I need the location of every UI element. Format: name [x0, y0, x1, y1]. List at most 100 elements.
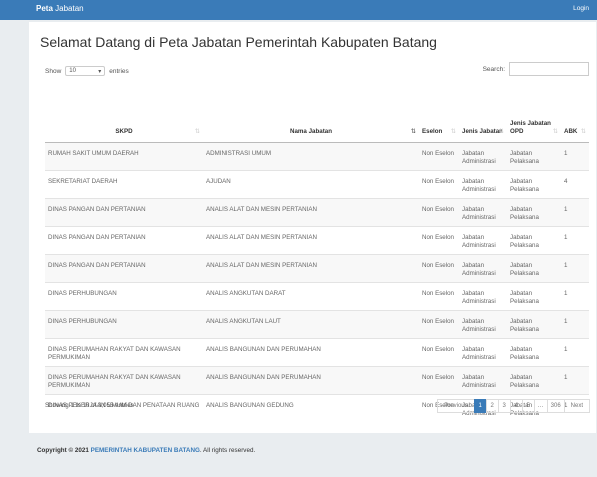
- brand-rest: Jabatan: [52, 4, 84, 13]
- cell-eselon: Non Eselon: [419, 197, 459, 226]
- cell-jenis-jabatan: Jabatan Administrasi: [459, 337, 507, 366]
- table-header-row: SKPD ⇅ Nama Jabatan ⇅ Eselon ⇅ Jenis Jabata…: [45, 82, 589, 143]
- cell-skpd: DINAS PANGAN DAN PERTANIAN: [45, 197, 203, 226]
- cell-jenis-jabatan: Jabatan Administrasi: [459, 141, 507, 170]
- cell-nama-jabatan: ADMINISTRASI UMUM: [203, 141, 419, 170]
- cell-abk: 1: [561, 281, 589, 310]
- jabatan-table: SKPD ⇅ Nama Jabatan ⇅ Eselon ⇅ Jenis Jabata…: [45, 82, 589, 422]
- show-label: Show: [45, 67, 62, 75]
- page-title: Selamat Datang di Peta Jabatan Pemerinta…: [40, 34, 437, 50]
- cell-skpd: DINAS PANGAN DAN PERTANIAN: [45, 253, 203, 282]
- cell-jenis-jabatan-opd: Jabatan Pelaksana: [507, 197, 561, 226]
- cell-jenis-jabatan-opd: Jabatan Pelaksana: [507, 337, 561, 366]
- entries-select-value: 10: [69, 68, 76, 74]
- cell-eselon: Non Eselon: [419, 281, 459, 310]
- entries-length-control: Show 10 ▾ entries: [45, 66, 129, 76]
- cell-skpd: DINAS PERHUBUNGAN: [45, 309, 203, 338]
- cell-abk: 1: [561, 141, 589, 170]
- table-info: Showing 1 to 10 of 3,055 entries: [45, 402, 134, 409]
- cell-jenis-jabatan: Jabatan Administrasi: [459, 253, 507, 282]
- cell-eselon: Non Eselon: [419, 253, 459, 282]
- copyright-org-link[interactable]: PEMERINTAH KABUPATEN BATANG: [91, 447, 200, 454]
- column-header-skpd[interactable]: SKPD ⇅: [45, 82, 203, 143]
- column-header-nama-jabatan[interactable]: Nama Jabatan ⇅: [203, 82, 419, 143]
- column-header-eselon[interactable]: Eselon ⇅: [419, 82, 459, 143]
- table-row: DINAS PERUMAHAN RAKYAT DAN KAWASAN PERMU…: [45, 337, 589, 366]
- cell-eselon: Non Eselon: [419, 169, 459, 198]
- cell-abk: 1: [561, 253, 589, 282]
- cell-jenis-jabatan: Jabatan Administrasi: [459, 365, 507, 394]
- cell-skpd: SEKRETARIAT DAERAH: [45, 169, 203, 198]
- page-button[interactable]: 306: [546, 399, 565, 413]
- sort-asc-icon: ⇅: [410, 127, 416, 135]
- cell-jenis-jabatan: Jabatan Administrasi: [459, 309, 507, 338]
- cell-eselon: Non Eselon: [419, 309, 459, 338]
- cell-skpd: DINAS PERUMAHAN RAKYAT DAN KAWASAN PERMU…: [45, 365, 203, 394]
- cell-jenis-jabatan: Jabatan Administrasi: [459, 169, 507, 198]
- column-header-label: Jenis Jabatan: [462, 127, 503, 135]
- brand-bold: Peta: [36, 4, 53, 13]
- table-row: DINAS PANGAN DAN PERTANIAN ANALIS ALAT DA…: [45, 197, 589, 226]
- cell-skpd: RUMAH SAKIT UMUM DAERAH: [45, 141, 203, 170]
- table-row: DINAS PERUMAHAN RAKYAT DAN KAWASAN PERMU…: [45, 365, 589, 394]
- column-header-label: Nama Jabatan: [290, 127, 332, 135]
- cell-eselon: Non Eselon: [419, 337, 459, 366]
- sort-icon: ⇅: [552, 127, 558, 135]
- sort-icon: ⇅: [450, 127, 456, 135]
- column-header-jenis-jabatan[interactable]: Jenis Jabatan ⇅: [459, 82, 507, 143]
- chevron-down-icon: ▾: [98, 68, 102, 75]
- cell-eselon: Non Eselon: [419, 365, 459, 394]
- table-row: DINAS PERHUBUNGAN ANALIS ANGKUTAN LAUT Non…: [45, 309, 589, 338]
- cell-jenis-jabatan-opd: Jabatan Pelaksana: [507, 141, 561, 170]
- cell-abk: 1: [561, 225, 589, 254]
- table-row: SEKRETARIAT DAERAH AJUDAN Non Eselon Jabata…: [45, 169, 589, 198]
- cell-nama-jabatan: ANALIS BANGUNAN DAN PERUMAHAN: [203, 337, 419, 366]
- column-header-label: ABK: [564, 127, 578, 135]
- cell-nama-jabatan: AJUDAN: [203, 169, 419, 198]
- cell-abk: 1: [561, 197, 589, 226]
- search-control: Search:: [483, 62, 589, 76]
- table-row: DINAS PANGAN DAN PERTANIAN ANALIS ALAT DA…: [45, 225, 589, 254]
- sort-icon: ⇅: [194, 127, 200, 135]
- sort-icon: ⇅: [498, 127, 504, 135]
- entries-label: entries: [109, 67, 129, 75]
- column-header-label: Eselon: [422, 127, 443, 135]
- brand-link[interactable]: Peta Jabatan: [36, 4, 84, 13]
- entries-select[interactable]: 10 ▾: [65, 66, 106, 76]
- cell-nama-jabatan: ANALIS BANGUNAN DAN PERUMAHAN: [203, 365, 419, 394]
- cell-nama-jabatan: ANALIS BANGUNAN GEDUNG: [203, 393, 419, 422]
- column-header-label: Jenis Jabatan OPD: [510, 120, 551, 135]
- cell-eselon: Non Eselon: [419, 225, 459, 254]
- cell-jenis-jabatan-opd: Jabatan Pelaksana: [507, 253, 561, 282]
- cell-skpd: DINAS PERHUBUNGAN: [45, 281, 203, 310]
- column-header-abk[interactable]: ABK ⇅: [561, 82, 589, 143]
- cell-jenis-jabatan: Jabatan Administrasi: [459, 281, 507, 310]
- cell-abk: 1: [561, 337, 589, 366]
- table-row: DINAS PERHUBUNGAN ANALIS ANGKUTAN DARAT No…: [45, 281, 589, 310]
- login-link[interactable]: Login: [573, 5, 589, 12]
- cell-nama-jabatan: ANALIS ALAT DAN MESIN PERTANIAN: [203, 253, 419, 282]
- cell-jenis-jabatan-opd: Jabatan Pelaksana: [507, 309, 561, 338]
- column-header-label: SKPD: [115, 127, 133, 135]
- column-header-jenis-jabatan-opd[interactable]: Jenis Jabatan OPD ⇅: [507, 82, 561, 143]
- copyright-suffix: . All rights reserved.: [199, 447, 256, 454]
- copyright-prefix: Copyright © 2021: [37, 447, 91, 454]
- search-label: Search:: [482, 65, 505, 73]
- previous-page-button[interactable]: Previous: [437, 399, 475, 413]
- sort-icon: ⇅: [580, 127, 586, 135]
- cell-jenis-jabatan: Jabatan Administrasi: [459, 197, 507, 226]
- cell-jenis-jabatan-opd: Jabatan Pelaksana: [507, 169, 561, 198]
- search-input[interactable]: [509, 62, 589, 76]
- cell-abk: 1: [561, 365, 589, 394]
- table-row: DINAS PANGAN DAN PERTANIAN ANALIS ALAT DA…: [45, 253, 589, 282]
- cell-skpd: DINAS PANGAN DAN PERTANIAN: [45, 225, 203, 254]
- top-navbar: Peta Jabatan Login: [0, 0, 597, 20]
- cell-nama-jabatan: ANALIS ANGKUTAN LAUT: [203, 309, 419, 338]
- cell-jenis-jabatan-opd: Jabatan Pelaksana: [507, 281, 561, 310]
- cell-nama-jabatan: ANALIS ALAT DAN MESIN PERTANIAN: [203, 197, 419, 226]
- next-page-button[interactable]: Next: [563, 399, 590, 413]
- cell-abk: 4: [561, 169, 589, 198]
- cell-nama-jabatan: ANALIS ANGKUTAN DARAT: [203, 281, 419, 310]
- cell-jenis-jabatan-opd: Jabatan Pelaksana: [507, 225, 561, 254]
- cell-skpd: DINAS PERUMAHAN RAKYAT DAN KAWASAN PERMU…: [45, 337, 203, 366]
